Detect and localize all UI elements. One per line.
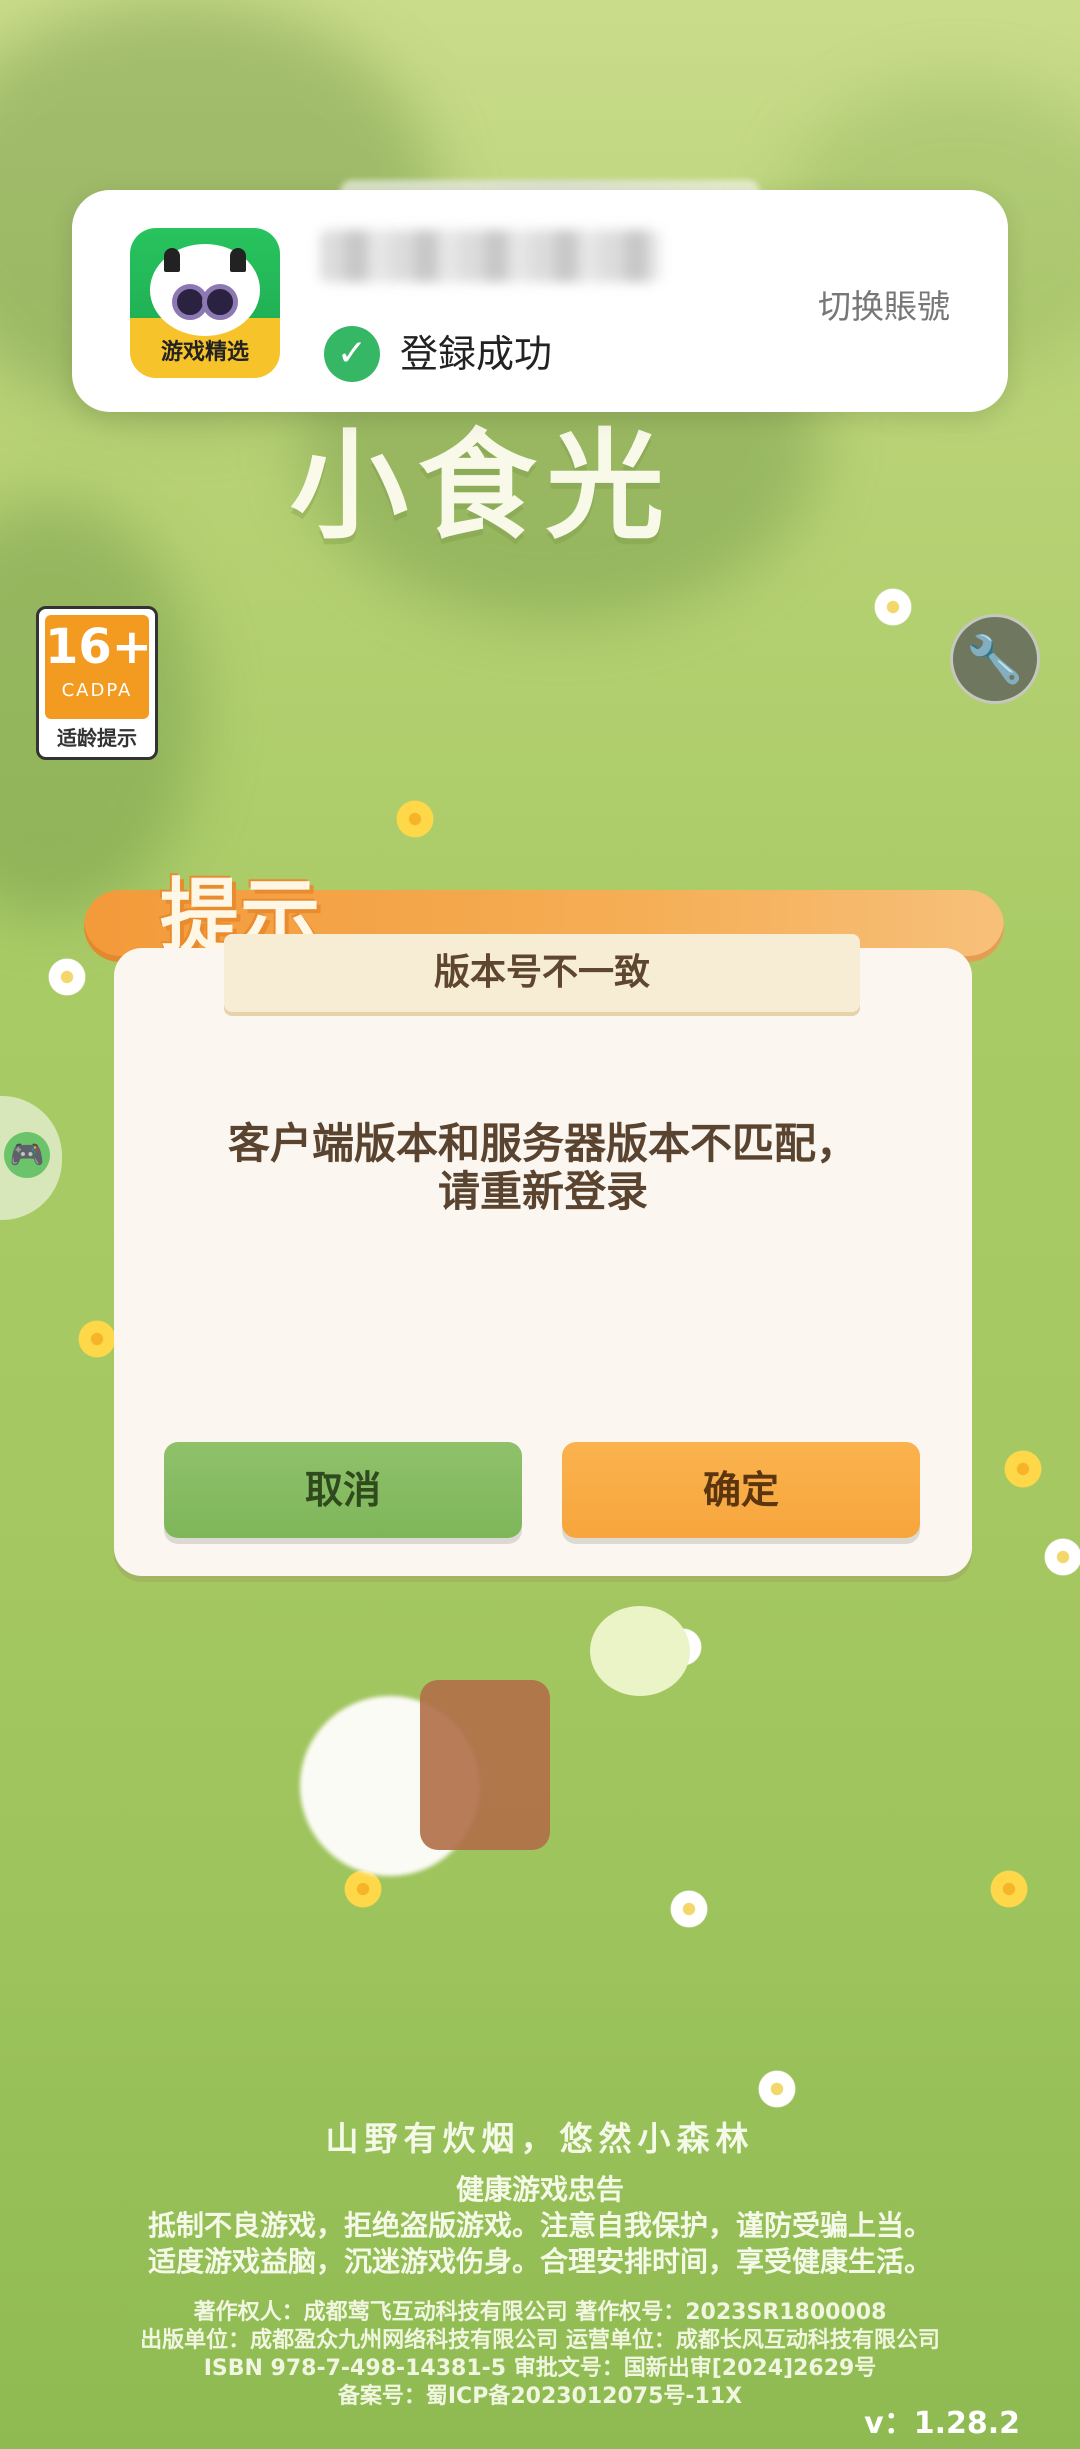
version-label: v：1.28.2: [864, 2406, 1020, 2441]
dialog-title: 版本号不一致: [224, 934, 860, 1012]
check-circle-icon: ✓: [324, 326, 380, 382]
dialog-message-line: 请重新登录: [437, 1167, 648, 1216]
sprout-creature: [590, 1606, 690, 1696]
dialog-message: 客户端版本和服务器版本不匹配， 请重新登录: [170, 1120, 916, 1216]
age-rating-label: 适龄提示: [57, 726, 137, 750]
dialog-message-line: 客户端版本和服务器版本不匹配，: [227, 1119, 858, 1168]
eye-icon: [202, 284, 238, 320]
age-rating-org: CADPA: [61, 680, 133, 701]
age-rating-number: 16+: [45, 619, 153, 675]
health-notice-line: 适度游戏益脑，沉迷游戏伤身。合理安排时间，享受健康生活。: [147, 2245, 932, 2278]
gamepad-icon: 🎮: [4, 1132, 50, 1178]
age-rating-box: 16+ CADPA: [45, 615, 153, 719]
health-notice-line: 抵制不良游戏，拒绝盗版游戏。注意自我保护，谨防受骗上当。: [147, 2209, 932, 2242]
switch-account-link[interactable]: 切换賬號: [818, 280, 950, 328]
horn-icon: [164, 248, 180, 272]
blurred-username: [320, 230, 660, 282]
confirm-button[interactable]: 确定: [562, 1442, 920, 1538]
login-toast: 游戏精选 ✓ 登録成功 切换賬號: [72, 190, 1008, 412]
bag-illustration: [420, 1680, 550, 1850]
login-status-text: 登録成功: [400, 332, 553, 376]
app-icon: 游戏精选: [130, 228, 280, 378]
horn-icon: [230, 248, 246, 272]
health-notice-title: 健康游戏忠告: [455, 2173, 624, 2206]
cancel-button[interactable]: 取消: [164, 1442, 522, 1538]
monster-mascot: [150, 244, 260, 336]
app-icon-label: 游戏精选: [160, 340, 249, 365]
age-rating-badge[interactable]: 16+ CADPA 适龄提示: [36, 606, 158, 760]
game-slogan: 山野有炊烟，悠然小森林: [325, 2119, 755, 2158]
wrench-icon[interactable]: 🔧: [950, 614, 1040, 704]
game-title-logo: 小食光: [290, 417, 675, 555]
